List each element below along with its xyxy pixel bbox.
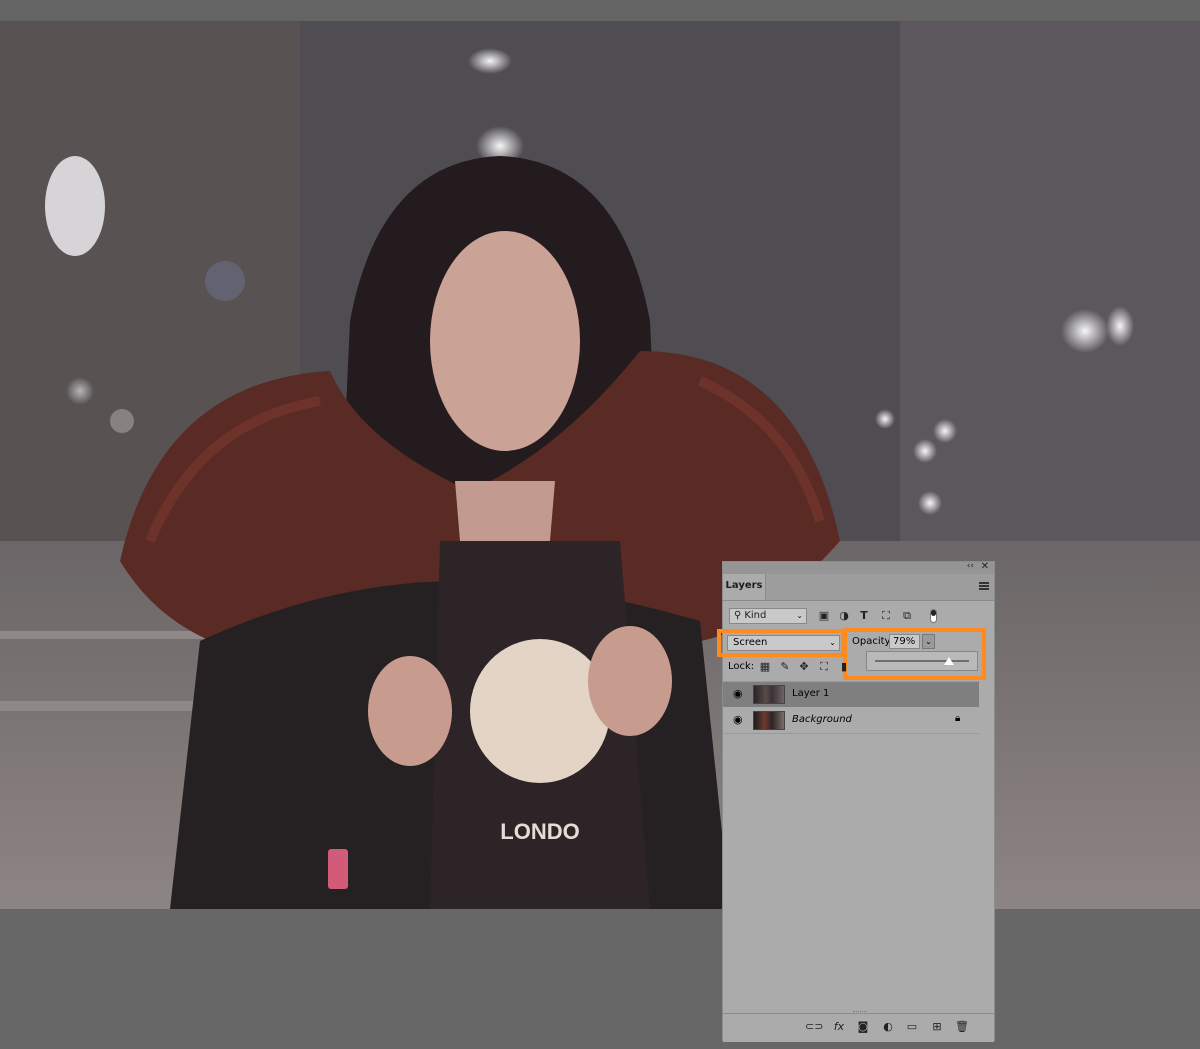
link-layers-icon[interactable]: ⊂⊃	[805, 1019, 823, 1035]
svg-text:LONDO: LONDO	[500, 819, 579, 844]
search-icon: ⚲	[734, 610, 742, 621]
layer-name: Background	[792, 714, 852, 725]
opacity-slider-track[interactable]	[875, 660, 969, 662]
eye-icon[interactable]: ◉	[733, 688, 743, 700]
double-chevron-left-icon[interactable]: ‹‹	[967, 561, 974, 571]
chevron-down-icon: ⌄	[829, 638, 836, 647]
resize-grip[interactable]	[853, 1011, 867, 1014]
tab-layers[interactable]: Layers	[723, 574, 766, 600]
new-layer-icon[interactable]: ⊞	[929, 1019, 945, 1035]
new-group-icon[interactable]: ▭	[904, 1019, 920, 1035]
smart-object-filter-icon[interactable]: ⧉	[900, 608, 914, 624]
panel-footer: ⊂⊃ fx ◙ ◐ ▭ ⊞ 🗑︎	[723, 1011, 994, 1042]
lock-artboard-icon[interactable]: ⛶	[817, 660, 831, 674]
blend-mode-select[interactable]: Screen ⌄	[727, 635, 840, 651]
chevron-down-icon: ⌄	[796, 611, 803, 620]
lock-transparency-icon[interactable]: ▦	[758, 660, 772, 674]
delete-layer-icon[interactable]: 🗑︎	[954, 1019, 970, 1035]
divider	[723, 733, 979, 734]
lock-label: Lock:	[728, 661, 755, 672]
document-canvas[interactable]: LONDO	[0, 21, 1200, 909]
add-mask-icon[interactable]: ◙	[855, 1019, 871, 1035]
panel-tab-bar: Layers	[723, 574, 994, 601]
filter-toggle[interactable]	[930, 609, 937, 623]
layer-name: Layer 1	[792, 688, 830, 699]
layer-thumbnail	[753, 685, 785, 704]
top-bar	[0, 0, 1200, 21]
blend-mode-highlight: Screen ⌄	[717, 629, 845, 657]
blend-mode-value: Screen	[733, 637, 768, 648]
lock-position-icon[interactable]: ✥	[797, 660, 811, 674]
adjustment-layer-icon[interactable]: ◐	[880, 1019, 896, 1035]
opacity-slider-thumb[interactable]	[944, 657, 955, 665]
layer-row-layer-1[interactable]: ◉ Layer 1	[723, 682, 979, 707]
photo: LONDO	[0, 21, 1200, 909]
layer-thumbnail	[753, 711, 785, 730]
close-icon[interactable]: ✕	[981, 561, 989, 572]
eye-icon[interactable]: ◉	[733, 714, 743, 726]
type-filter-icon[interactable]: T	[857, 608, 871, 624]
adjustment-filter-icon[interactable]: ◑	[837, 608, 851, 624]
kind-label: Kind	[744, 610, 767, 621]
lock-all-icon[interactable]: ▮	[837, 660, 851, 674]
opacity-slider-popup	[866, 651, 978, 671]
kind-filter-select[interactable]: ⚲ Kind ⌄	[729, 608, 807, 624]
panel-header[interactable]: ‹‹ ✕	[723, 561, 994, 574]
panel-menu-icon[interactable]	[979, 582, 989, 590]
lock-pixels-icon[interactable]: ✎	[778, 660, 792, 674]
image-filter-icon[interactable]: ▣	[817, 608, 831, 624]
fx-icon[interactable]: fx	[831, 1019, 847, 1035]
layer-row-background[interactable]: ◉ Background 🔒︎	[723, 708, 979, 733]
filter-row: ⚲ Kind ⌄ ▣ ◑ T ⛶ ⧉	[727, 608, 987, 626]
lock-icon: 🔒︎	[955, 713, 961, 724]
shape-filter-icon[interactable]: ⛶	[879, 608, 893, 624]
